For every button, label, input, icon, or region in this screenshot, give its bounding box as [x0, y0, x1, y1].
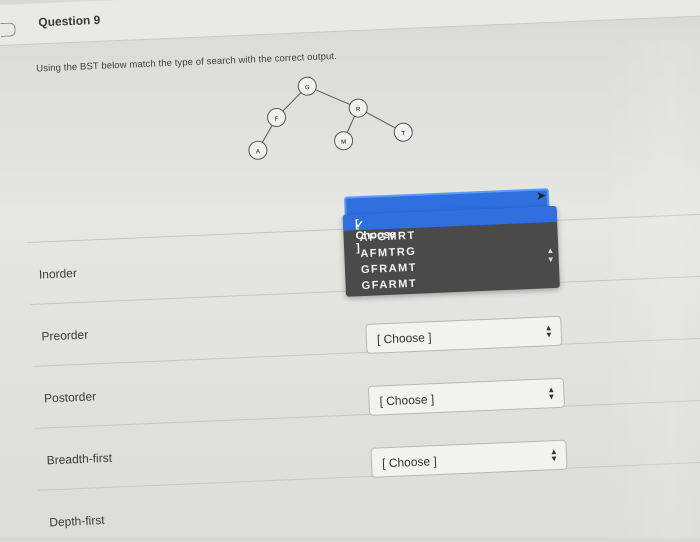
postorder-select[interactable]: [ Choose ] ▲ ▼	[367, 377, 565, 416]
tree-node-label: F	[275, 116, 279, 122]
tree-node: G	[297, 76, 317, 96]
select-arrows-icon: ▲ ▼	[549, 447, 559, 464]
row-label-inorder: Inorder	[38, 265, 78, 282]
row-label-preorder: Preorder	[41, 327, 89, 344]
select-arrows-icon: ▲ ▼	[544, 323, 554, 340]
dropdown-option[interactable]: AFMTRG	[360, 246, 417, 260]
inorder-dropdown-menu[interactable]: ✓ [ Choose ] AFGMRT AFMTRG GFRAMT GFARMT…	[342, 205, 560, 297]
flag-icon[interactable]	[0, 22, 16, 37]
tree-node-label: A	[256, 149, 260, 155]
row-label-postorder: Postorder	[43, 389, 97, 406]
tree-node-label: M	[341, 140, 346, 146]
tree-node: T	[393, 122, 413, 142]
tree-node: F	[267, 107, 287, 127]
question-prompt: Using the BST below match the type of se…	[36, 50, 338, 75]
question-header: Question 9	[0, 0, 700, 47]
select-value: [ Choose ]	[376, 330, 432, 347]
select-value: [ Choose ]	[379, 392, 435, 409]
screen-glare	[600, 40, 700, 540]
breadth-first-select[interactable]: [ Choose ] ▲ ▼	[370, 439, 568, 478]
preorder-select[interactable]: [ Choose ] ▲ ▼	[365, 315, 563, 354]
row-label-depth-first: Depth-first	[49, 513, 105, 530]
tree-node: R	[348, 98, 368, 118]
select-arrows-icon: ▲ ▼	[547, 385, 556, 402]
select-arrows-icon: ▲ ▼	[546, 245, 555, 265]
tree-node-label: T	[401, 131, 405, 137]
mouse-cursor-icon: ➤	[535, 188, 547, 203]
dropdown-option[interactable]: GFARMT	[361, 278, 417, 292]
tree-node: A	[248, 140, 268, 160]
select-value: [ Choose ]	[381, 454, 438, 471]
question-panel: Question 9 Using the BST below match the…	[0, 0, 700, 542]
bst-diagram: G F R A M T	[248, 76, 413, 160]
dropdown-option[interactable]: GFRAMT	[361, 262, 418, 276]
tree-node: M	[334, 131, 354, 151]
question-title: Question 9	[38, 12, 101, 30]
tree-node-label: G	[305, 85, 310, 91]
dropdown-option[interactable]: AFGMRT	[359, 230, 416, 244]
row-label-breadth-first: Breadth-first	[46, 450, 113, 468]
